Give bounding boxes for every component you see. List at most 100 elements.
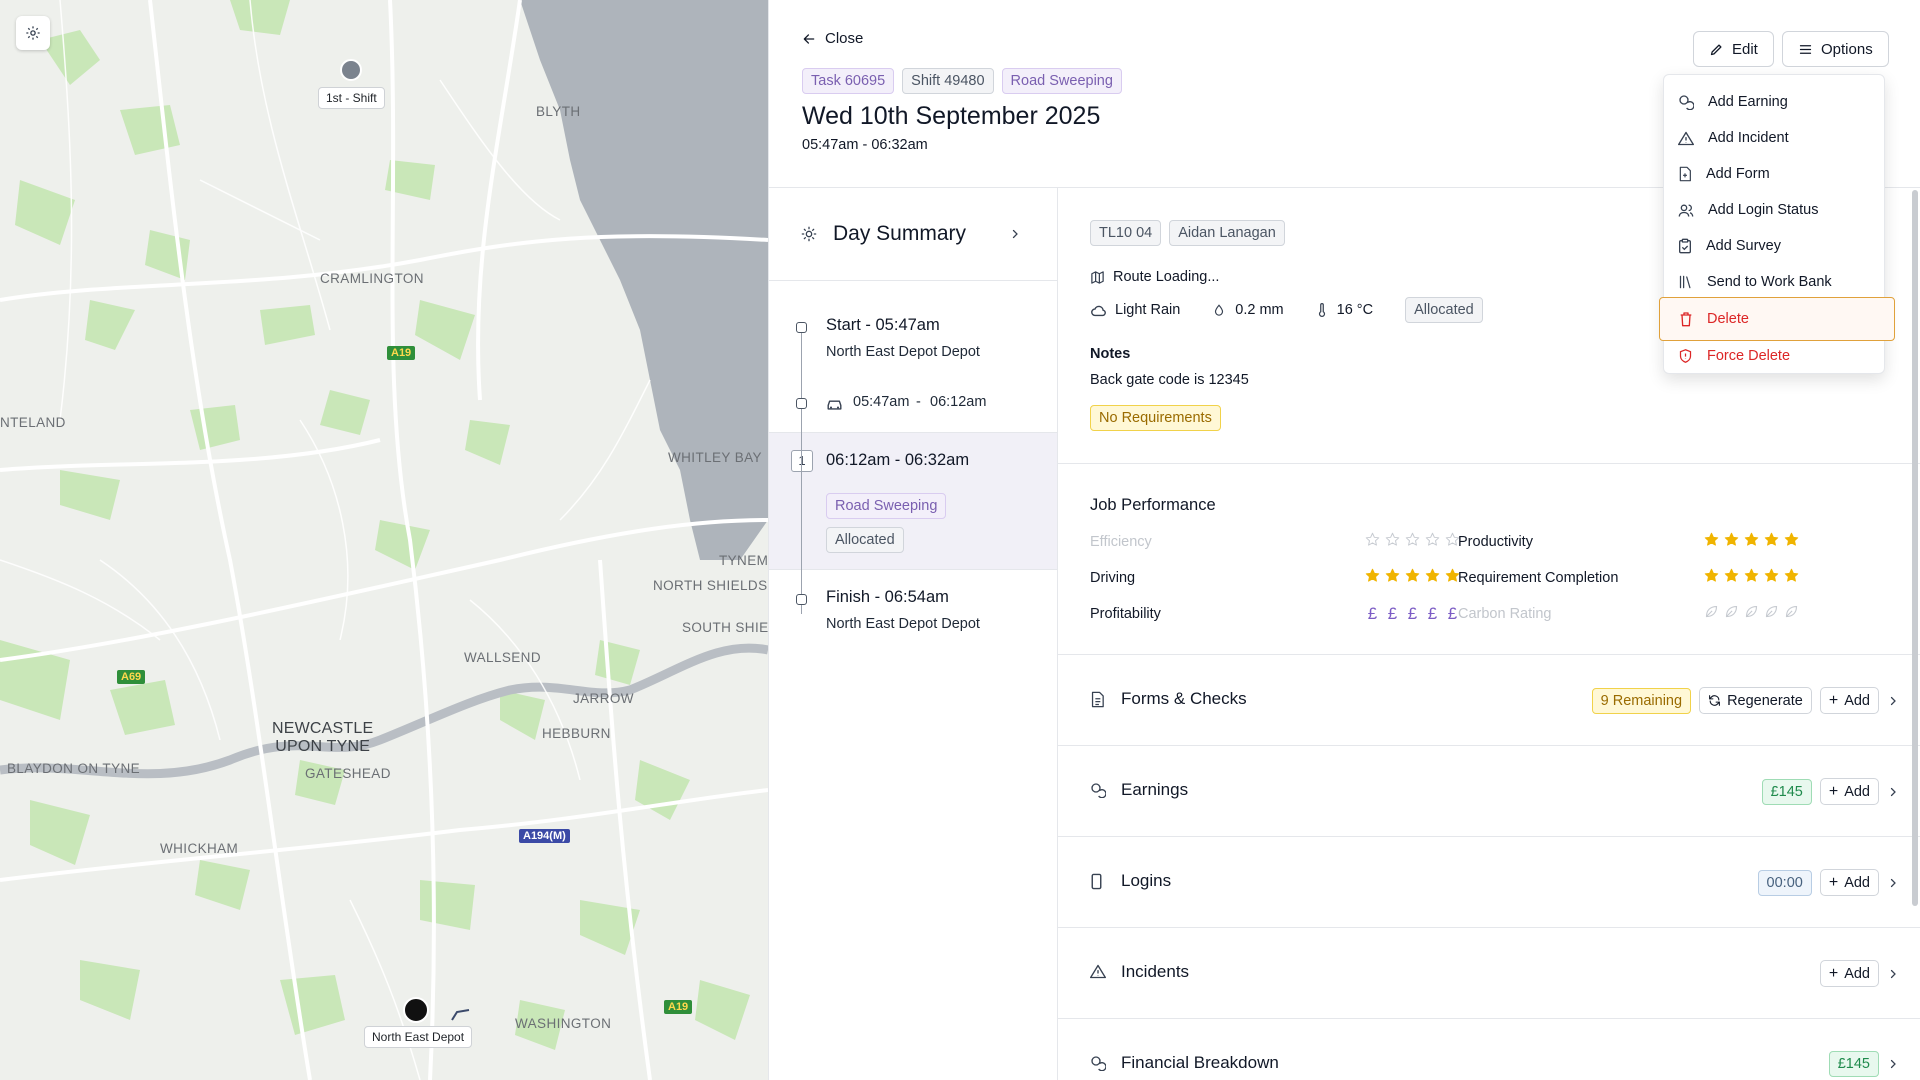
earnings-label: Earnings xyxy=(1121,780,1189,799)
page-title: Wed 10th September 2025 xyxy=(802,102,1101,130)
header-tags: Task 60695 Shift 49480 Road Sweeping xyxy=(802,68,1122,94)
shift-tag[interactable]: Shift 49480 xyxy=(902,68,994,94)
plus-icon: + xyxy=(1828,873,1839,891)
document-icon xyxy=(1091,691,1104,708)
star-icon xyxy=(1365,532,1380,546)
regenerate-button[interactable]: Regenerate xyxy=(1699,687,1812,714)
financial-badge: £145 xyxy=(1828,1051,1879,1077)
road-shield: A19 xyxy=(664,1000,693,1014)
chevron-right-icon[interactable] xyxy=(1009,228,1021,240)
menu-label: Add Form xyxy=(1706,166,1770,182)
day-summary-header[interactable]: Day Summary xyxy=(769,188,1057,281)
add-login-button[interactable]: + Add xyxy=(1819,869,1879,896)
close-button[interactable]: Close xyxy=(802,30,863,47)
start-location: North East Depot Depot xyxy=(826,344,980,360)
remaining-badge: 9 Remaining xyxy=(1591,687,1692,714)
temperature: 16 °C xyxy=(1336,302,1374,318)
add-label: Add xyxy=(1844,783,1870,800)
edit-button[interactable]: Edit xyxy=(1693,31,1774,67)
status-badge: Allocated xyxy=(1405,297,1483,323)
star-icon xyxy=(1744,532,1759,546)
form-icon xyxy=(1679,166,1691,182)
add-incident-button[interactable]: + Add xyxy=(1819,960,1879,987)
depot-pin-label[interactable]: North East Depot xyxy=(364,1026,473,1048)
menu-add-earning[interactable]: Add Earning xyxy=(1664,84,1886,120)
map-place-label: CRAMLINGTON xyxy=(320,271,424,286)
menu-label: Add Survey xyxy=(1706,238,1781,254)
menu-send-to-work-bank[interactable]: Send to Work Bank xyxy=(1664,264,1886,300)
droplet-icon xyxy=(1215,303,1224,316)
weather-row: Light Rain 0.2 mm 16 °C Allocated xyxy=(1090,297,1483,323)
vehicle-tag[interactable]: TL10 04 xyxy=(1090,220,1162,246)
earnings-actions: £145 + Add xyxy=(1761,778,1899,805)
close-label: Close xyxy=(825,30,864,47)
logins-label: Logins xyxy=(1121,871,1172,890)
earnings-section[interactable]: Earnings £145 + Add xyxy=(1058,746,1920,837)
map-city-label: NEWCASTLE UPON TYNE xyxy=(272,720,374,755)
menu-delete[interactable]: Delete xyxy=(1659,297,1895,341)
map-place-label: NTELAND xyxy=(0,415,66,430)
task-tag[interactable]: Task 60695 xyxy=(802,68,895,94)
sun-icon xyxy=(801,226,817,242)
star-icon xyxy=(1724,568,1739,582)
library-icon xyxy=(1679,275,1691,289)
star-icon xyxy=(1764,568,1779,582)
add-earning-button[interactable]: + Add xyxy=(1819,778,1879,805)
refresh-icon xyxy=(1709,695,1720,706)
logins-section[interactable]: Logins 00:00 + Add xyxy=(1058,837,1920,928)
star-icon xyxy=(1365,568,1380,582)
star-icon xyxy=(1425,532,1440,546)
menu-add-incident[interactable]: Add Incident xyxy=(1664,120,1886,156)
star-icon xyxy=(1784,568,1799,582)
plus-icon: + xyxy=(1828,691,1839,709)
clipboard-icon xyxy=(1679,238,1691,254)
chevron-right-icon[interactable] xyxy=(1887,695,1899,707)
road-shield: A194(M) xyxy=(519,829,570,843)
menu-icon xyxy=(1799,44,1812,54)
notes-text: Back gate code is 12345 xyxy=(1090,372,1249,388)
incidents-section[interactable]: Incidents + Add xyxy=(1058,928,1920,1019)
driver-tag[interactable]: Aidan Lanagan xyxy=(1169,220,1285,246)
chevron-right-icon[interactable] xyxy=(1887,786,1899,798)
options-button[interactable]: Options xyxy=(1782,31,1889,67)
map-settings-button[interactable] xyxy=(16,16,50,50)
menu-force-delete[interactable]: Force Delete xyxy=(1664,338,1886,374)
job-number: 1 xyxy=(791,450,813,472)
earnings-badge: £145 xyxy=(1761,778,1812,805)
map-place-label: BLYTH xyxy=(536,104,581,119)
metric-label: Efficiency xyxy=(1090,534,1152,550)
menu-add-survey[interactable]: Add Survey xyxy=(1664,228,1886,264)
chevron-right-icon[interactable] xyxy=(1887,877,1899,889)
logins-actions: 00:00 + Add xyxy=(1757,869,1899,896)
requirements-badge: No Requirements xyxy=(1090,405,1221,431)
map-view[interactable]: 1st - Shift North East Depot BLYTH CRAML… xyxy=(0,0,768,1080)
add-label: Add xyxy=(1844,965,1870,982)
travel-to: 06:12am xyxy=(930,394,987,410)
chevron-right-icon[interactable] xyxy=(1887,1058,1899,1070)
coins-icon xyxy=(1091,1056,1106,1071)
pound-icon: £ xyxy=(1387,604,1398,623)
metric-label: Productivity xyxy=(1458,534,1533,550)
menu-add-form[interactable]: Add Form xyxy=(1664,156,1886,192)
forms-checks-section[interactable]: Forms & Checks 9 Remaining Regenerate + … xyxy=(1058,655,1920,746)
timeline-job-item[interactable]: 1 06:12am - 06:32am Road Sweeping Alloca… xyxy=(769,432,1057,570)
regenerate-label: Regenerate xyxy=(1727,692,1803,709)
shift-pin-label[interactable]: 1st - Shift xyxy=(318,87,385,109)
timeline-dot xyxy=(796,322,807,333)
menu-add-login-status[interactable]: Add Login Status xyxy=(1664,192,1886,228)
star-icon xyxy=(1744,568,1759,582)
map-place-label: SOUTH SHIEL xyxy=(682,620,768,635)
incidents-label: Incidents xyxy=(1121,962,1190,981)
warning-icon xyxy=(1678,131,1694,145)
map-place-label: WHITLEY BAY xyxy=(668,450,762,465)
star-icon xyxy=(1405,568,1420,582)
chevron-right-icon[interactable] xyxy=(1887,968,1899,980)
pound-icon: £ xyxy=(1367,604,1378,623)
financial-breakdown-section[interactable]: Financial Breakdown £145 xyxy=(1058,1019,1920,1080)
plus-icon: + xyxy=(1828,782,1839,800)
metric-rating xyxy=(1704,568,1799,583)
menu-label: Add Earning xyxy=(1708,94,1788,110)
panel-scrollbar[interactable] xyxy=(1912,190,1918,906)
add-form-button[interactable]: + Add xyxy=(1819,687,1879,714)
arrow-left-icon xyxy=(803,33,815,44)
